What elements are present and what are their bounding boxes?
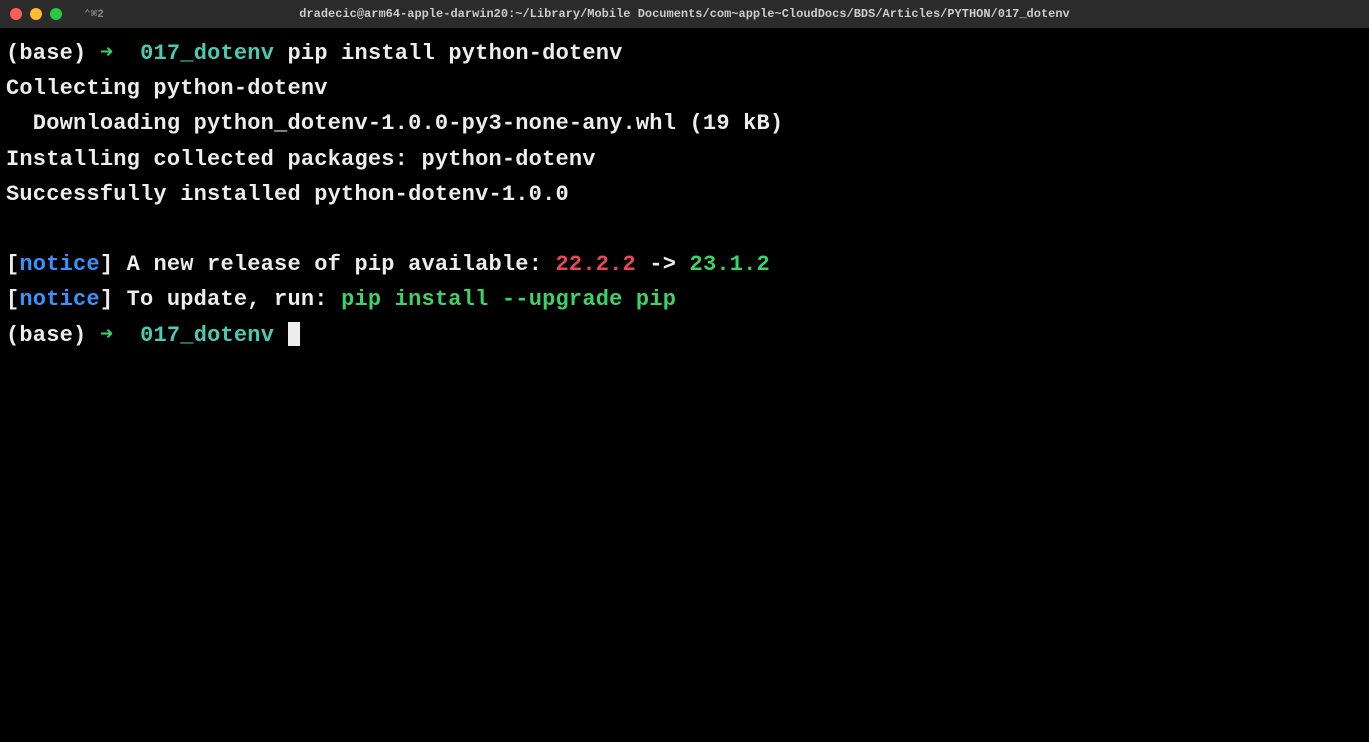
- output-line: Successfully installed python-dotenv-1.0…: [6, 177, 1363, 212]
- cursor-icon: [288, 322, 300, 346]
- shell-indicator: ⌃⌘2: [84, 7, 104, 21]
- upgrade-command: pip install --upgrade pip: [341, 287, 676, 312]
- command-text: pip install python-dotenv: [288, 41, 623, 66]
- blank-line: [6, 212, 1363, 247]
- notice-text: A new release of pip available:: [113, 252, 555, 277]
- close-icon[interactable]: [10, 8, 22, 20]
- old-version: 22.2.2: [556, 252, 636, 277]
- bracket: ]: [100, 252, 113, 277]
- prompt-env: (base): [6, 41, 86, 66]
- prompt-arrow-icon: ➜: [100, 41, 113, 66]
- notice-label: notice: [19, 252, 99, 277]
- prompt-arrow-icon: ➜: [100, 323, 113, 348]
- bracket: [: [6, 252, 19, 277]
- notice-line-1: [notice] A new release of pip available:…: [6, 247, 1363, 282]
- minimize-icon[interactable]: [30, 8, 42, 20]
- notice-text: To update, run:: [113, 287, 341, 312]
- output-line: Installing collected packages: python-do…: [6, 142, 1363, 177]
- prompt-dir: 017_dotenv: [140, 323, 274, 348]
- maximize-icon[interactable]: [50, 8, 62, 20]
- bracket: [: [6, 287, 19, 312]
- arrow-text: ->: [636, 252, 690, 277]
- window-title: dradecic@arm64-apple-darwin20:~/Library/…: [299, 7, 1070, 21]
- prompt-line-2: (base) ➜ 017_dotenv: [6, 318, 1363, 353]
- prompt-dir: 017_dotenv: [140, 41, 274, 66]
- notice-line-2: [notice] To update, run: pip install --u…: [6, 282, 1363, 317]
- new-version: 23.1.2: [690, 252, 770, 277]
- traffic-lights: [10, 8, 62, 20]
- prompt-line-1: (base) ➜ 017_dotenv pip install python-d…: [6, 36, 1363, 71]
- notice-label: notice: [19, 287, 99, 312]
- prompt-env: (base): [6, 323, 86, 348]
- titlebar: ⌃⌘2 dradecic@arm64-apple-darwin20:~/Libr…: [0, 0, 1369, 28]
- bracket: ]: [100, 287, 113, 312]
- output-line: Collecting python-dotenv: [6, 71, 1363, 106]
- terminal-content[interactable]: (base) ➜ 017_dotenv pip install python-d…: [0, 28, 1369, 361]
- output-line: Downloading python_dotenv-1.0.0-py3-none…: [6, 106, 1363, 141]
